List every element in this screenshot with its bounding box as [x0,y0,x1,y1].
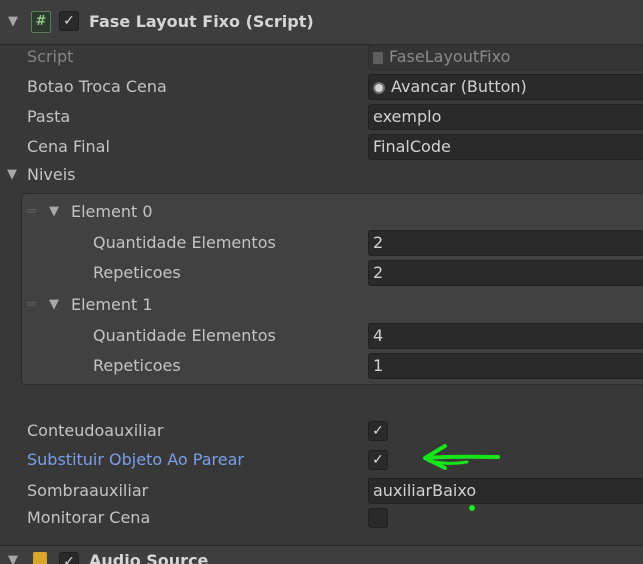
element-foldout-arrow[interactable]: ▼ [49,201,59,223]
element-0-repeticoes-label: Repeticoes [93,263,181,282]
element-1-quantidade-label: Quantidade Elementos [93,326,276,345]
element-drag-handle[interactable]: ═ [27,293,36,315]
element-1-repeticoes-field[interactable]: 1 [368,353,643,379]
audio-source-header[interactable]: ▼ ✓ Audio Source [0,545,643,564]
niveis-foldout-arrow[interactable]: ▼ [7,164,17,186]
botao-troca-cena-value: Avancar (Button) [391,77,527,96]
component-foldout-arrow[interactable]: ▼ [8,11,18,33]
substituir-objeto-label: Substituir Objeto Ao Parear [27,450,244,469]
script-field-value: FaseLayoutFixo [389,47,511,66]
botao-troca-cena-field[interactable]: Avancar (Button) [368,74,643,100]
pasta-field[interactable]: exemplo [368,104,643,130]
pasta-label: Pasta [27,107,71,126]
audio-source-enabled-checkbox[interactable]: ✓ [59,552,79,564]
audio-source-foldout-arrow[interactable]: ▼ [8,550,18,564]
botao-troca-cena-label: Botao Troca Cena [27,77,167,96]
cena-final-field[interactable]: FinalCode [368,134,643,160]
audio-speaker-icon [33,552,47,564]
element-foldout-arrow[interactable]: ▼ [49,294,59,316]
script-asset-icon [373,51,383,64]
annotation-arrow [423,444,500,470]
annotation-dot [469,505,475,511]
niveis-label: Niveis [27,165,76,184]
sombraauxiliar-label: Sombraauxiliar [27,481,149,500]
audio-source-title: Audio Source [89,551,209,564]
element-1-repeticoes-label: Repeticoes [93,356,181,375]
component-title: Fase Layout Fixo (Script) [89,12,314,31]
element-1-quantidade-field[interactable]: 4 [368,323,643,349]
object-target-icon [373,81,385,94]
conteudoauxiliar-label: Conteudoauxiliar [27,421,164,440]
component-enabled-checkbox[interactable]: ✓ [59,11,79,31]
element-0-repeticoes-field[interactable]: 2 [368,260,643,286]
element-drag-handle[interactable]: ═ [27,200,36,222]
script-hash-icon: # [31,11,51,33]
script-label: Script [27,47,74,66]
cena-final-label: Cena Final [27,137,110,156]
element-1-header: Element 1 [71,295,153,314]
element-0-quantidade-field[interactable]: 2 [368,230,643,256]
substituir-objeto-checkbox[interactable]: ✓ [368,450,388,470]
monitorar-cena-label: Monitorar Cena [27,508,151,527]
monitorar-cena-checkbox[interactable] [368,508,388,528]
element-0-header: Element 0 [71,202,153,221]
element-0-quantidade-label: Quantidade Elementos [93,233,276,252]
script-field: FaseLayoutFixo [368,44,643,70]
conteudoauxiliar-checkbox[interactable]: ✓ [368,421,388,441]
